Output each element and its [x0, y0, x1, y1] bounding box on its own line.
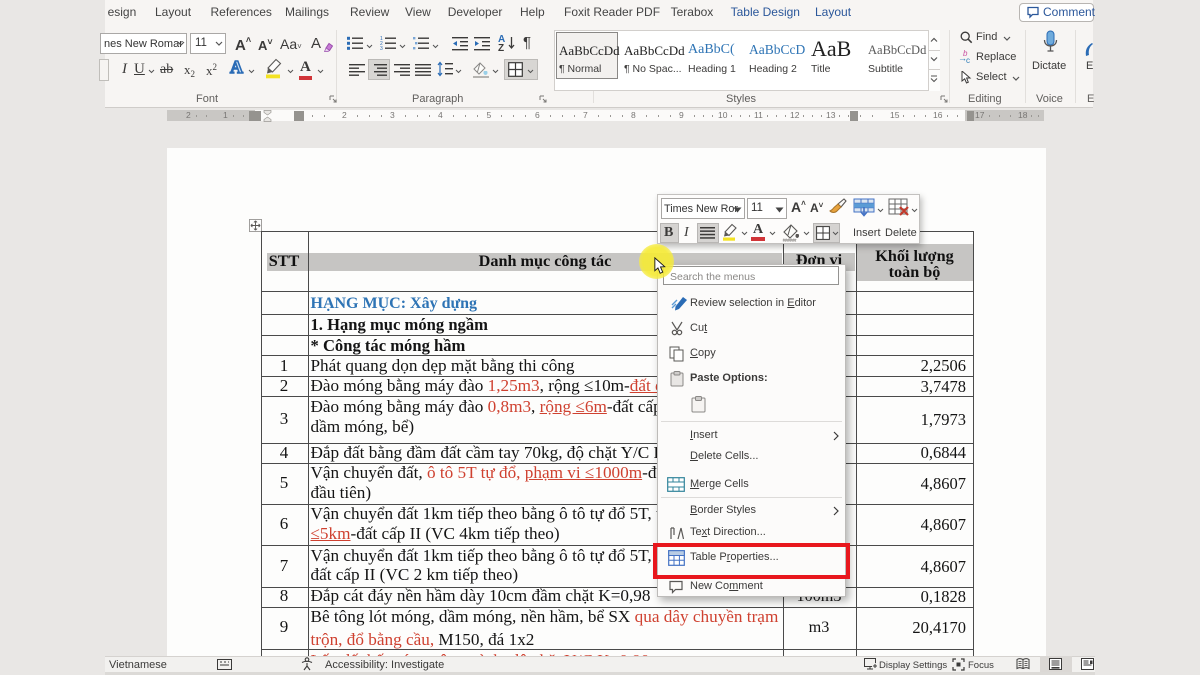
- svg-text:3: 3: [380, 46, 383, 50]
- svg-text:c: c: [966, 56, 970, 64]
